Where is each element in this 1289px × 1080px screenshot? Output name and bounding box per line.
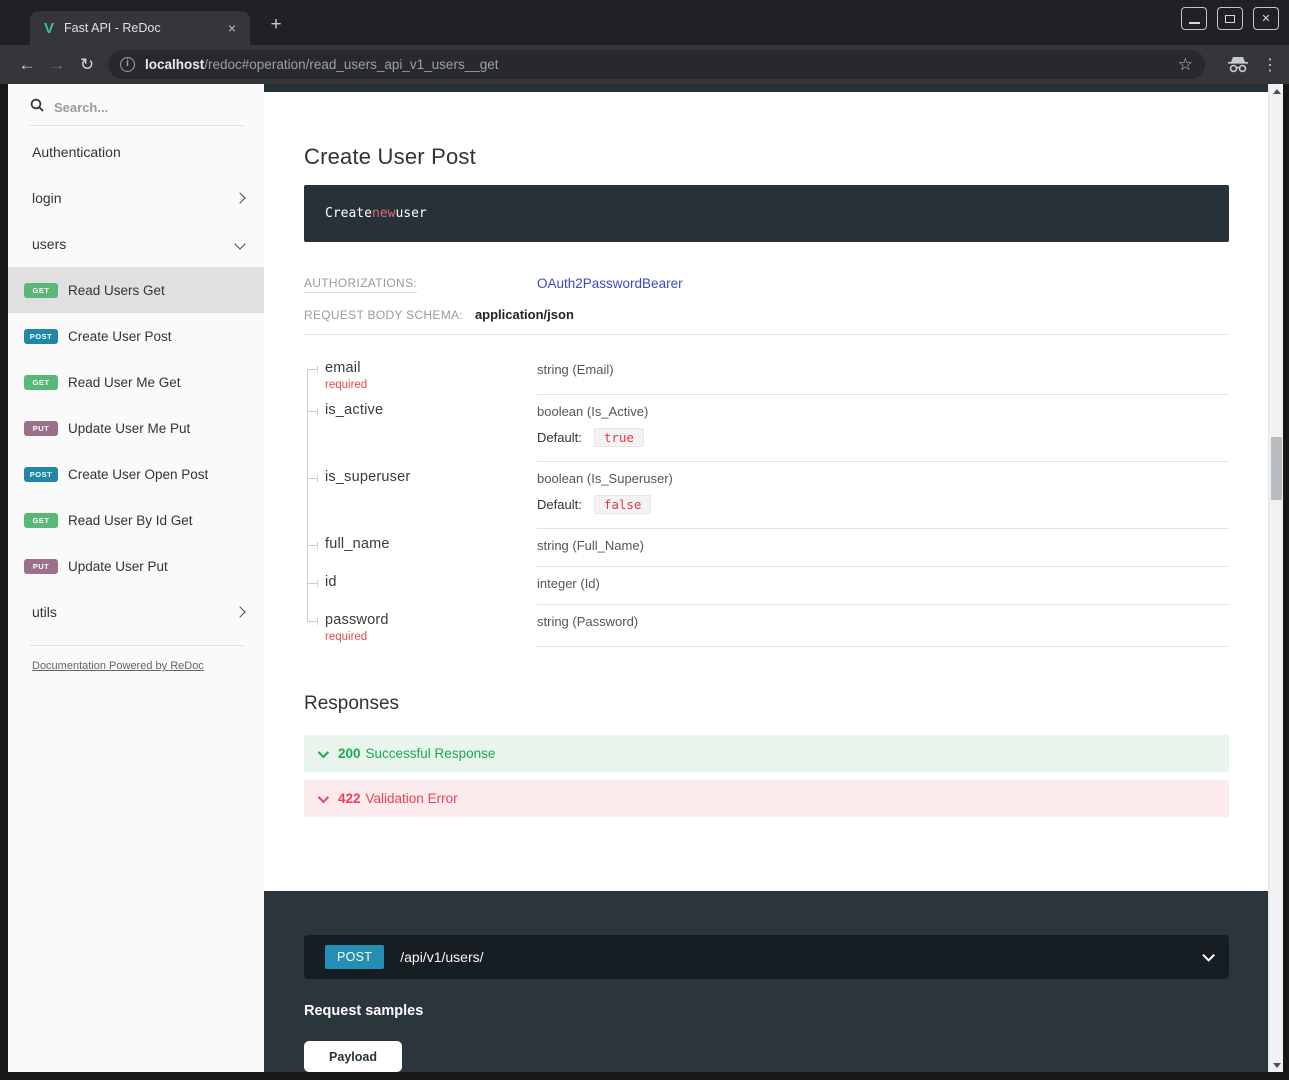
incognito-icon: [1227, 56, 1249, 74]
field-row-password: password required string (Password): [304, 605, 1229, 647]
chevron-down-icon: [318, 746, 329, 757]
forward-button[interactable]: →: [42, 50, 72, 80]
chevron-down-icon: [234, 238, 245, 249]
endpoint-dropdown[interactable]: POST /api/v1/users/: [304, 935, 1229, 979]
main-content: Create User Post Create new user AUTHORI…: [264, 84, 1268, 1072]
scroll-down-arrow-icon[interactable]: [1269, 1058, 1284, 1072]
content-type-value: application/json: [475, 307, 574, 322]
url-path: /redoc#operation/read_users_api_v1_users…: [204, 57, 498, 72]
authorizations-label: AUTHORIZATIONS:: [304, 276, 537, 290]
sidebar-item-update-user-put[interactable]: PUT Update User Put: [8, 543, 264, 589]
reload-button[interactable]: ↻: [72, 50, 102, 80]
close-window-button[interactable]: ✕: [1253, 7, 1279, 30]
search-icon: [30, 98, 44, 117]
sidebar-item-read-user-by-id-get[interactable]: GET Read User By Id Get: [8, 497, 264, 543]
chevron-down-icon: [318, 791, 329, 802]
authorizations-row: AUTHORIZATIONS: OAuth2PasswordBearer: [304, 276, 1229, 291]
browser-menu-icon[interactable]: ⋮: [1259, 55, 1281, 75]
field-row-is-superuser: is_superuser boolean (Is_Superuser) Defa…: [304, 462, 1229, 529]
sidebar-menu: Authentication login users GET Read User…: [8, 129, 264, 635]
chevron-right-icon: [234, 192, 245, 203]
minimize-button[interactable]: [1181, 7, 1207, 30]
window-controls: ✕: [1181, 7, 1279, 30]
sidebar-item-utils[interactable]: utils: [8, 589, 264, 635]
sidebar-item-login[interactable]: login: [8, 175, 264, 221]
search-input[interactable]: [54, 100, 224, 115]
operation-description-code: Create new user: [304, 185, 1229, 242]
responses-title: Responses: [304, 693, 1229, 715]
schema-fields: email required string (Email) is_active …: [304, 353, 1229, 647]
oauth2-link[interactable]: OAuth2PasswordBearer: [537, 276, 683, 291]
chevron-down-icon: [1202, 949, 1215, 962]
browser-tab-bar: V Fast API - ReDoc × + ✕: [0, 0, 1289, 45]
redoc-attribution-link[interactable]: Documentation Powered by ReDoc: [32, 660, 204, 672]
search-row: [8, 84, 264, 126]
response-200[interactable]: 200 Successful Response: [304, 735, 1229, 772]
tab-close-icon[interactable]: ×: [224, 18, 240, 38]
browser-toolbar: ← → ↻ i localhost/redoc#operation/read_u…: [0, 45, 1289, 84]
sidebar-item-create-user-open-post[interactable]: POST Create User Open Post: [8, 451, 264, 497]
request-samples-title: Request samples: [304, 1003, 1229, 1019]
scrollbar-thumb[interactable]: [1271, 437, 1282, 500]
put-method-badge: PUT: [24, 559, 58, 574]
request-body-schema-row: REQUEST BODY SCHEMA:application/json: [304, 307, 1229, 322]
default-value-chip: true: [594, 428, 644, 447]
redoc-sidebar: Authentication login users GET Read User…: [8, 84, 264, 1072]
response-422[interactable]: 422 Validation Error: [304, 780, 1229, 817]
get-method-badge: GET: [24, 513, 58, 528]
url-host: localhost: [145, 57, 204, 72]
sidebar-item-update-user-me-put[interactable]: PUT Update User Me Put: [8, 405, 264, 451]
scroll-up-arrow-icon[interactable]: [1269, 84, 1284, 98]
post-method-badge: POST: [24, 329, 58, 344]
sidebar-item-users[interactable]: users: [8, 221, 264, 267]
url-text[interactable]: localhost/redoc#operation/read_users_api…: [145, 57, 1170, 72]
bookmark-star-icon[interactable]: ☆: [1178, 55, 1193, 75]
put-method-badge: PUT: [24, 421, 58, 436]
field-row-is-active: is_active boolean (Is_Active) Default: t…: [304, 395, 1229, 462]
default-value-chip: false: [594, 495, 652, 514]
post-method-badge: POST: [24, 467, 58, 482]
tab-title: Fast API - ReDoc: [64, 21, 224, 35]
back-button[interactable]: ←: [12, 50, 42, 80]
address-bar[interactable]: i localhost/redoc#operation/read_users_a…: [108, 50, 1205, 79]
sidebar-item-read-user-me-get[interactable]: GET Read User Me Get: [8, 359, 264, 405]
payload-tab[interactable]: Payload: [304, 1041, 402, 1072]
field-row-full-name: full_name string (Full_Name): [304, 529, 1229, 567]
sidebar-item-authentication[interactable]: Authentication: [8, 129, 264, 175]
get-method-badge: GET: [24, 283, 58, 298]
schema-divider: [304, 334, 1229, 335]
browser-tab[interactable]: V Fast API - ReDoc ×: [30, 11, 250, 45]
post-method-badge: POST: [325, 945, 384, 969]
maximize-button[interactable]: [1217, 7, 1243, 30]
page-scrollbar[interactable]: [1268, 84, 1283, 1072]
new-tab-button[interactable]: +: [262, 12, 290, 40]
site-favicon-icon: V: [44, 20, 54, 37]
field-row-email: email required string (Email): [304, 353, 1229, 395]
page-title: Create User Post: [304, 144, 1229, 170]
endpoint-path: /api/v1/users/: [400, 949, 1202, 965]
operation-section: Create User Post Create new user AUTHORI…: [264, 92, 1268, 891]
sidebar-item-read-users-get[interactable]: GET Read Users Get: [8, 267, 264, 313]
previous-section-edge: [264, 84, 1268, 92]
field-row-id: id integer (Id): [304, 567, 1229, 605]
chevron-right-icon: [234, 606, 245, 617]
sidebar-item-create-user-post[interactable]: POST Create User Post: [8, 313, 264, 359]
request-console: POST /api/v1/users/ Request samples Payl…: [264, 891, 1268, 1072]
site-info-icon[interactable]: i: [120, 57, 135, 72]
get-method-badge: GET: [24, 375, 58, 390]
